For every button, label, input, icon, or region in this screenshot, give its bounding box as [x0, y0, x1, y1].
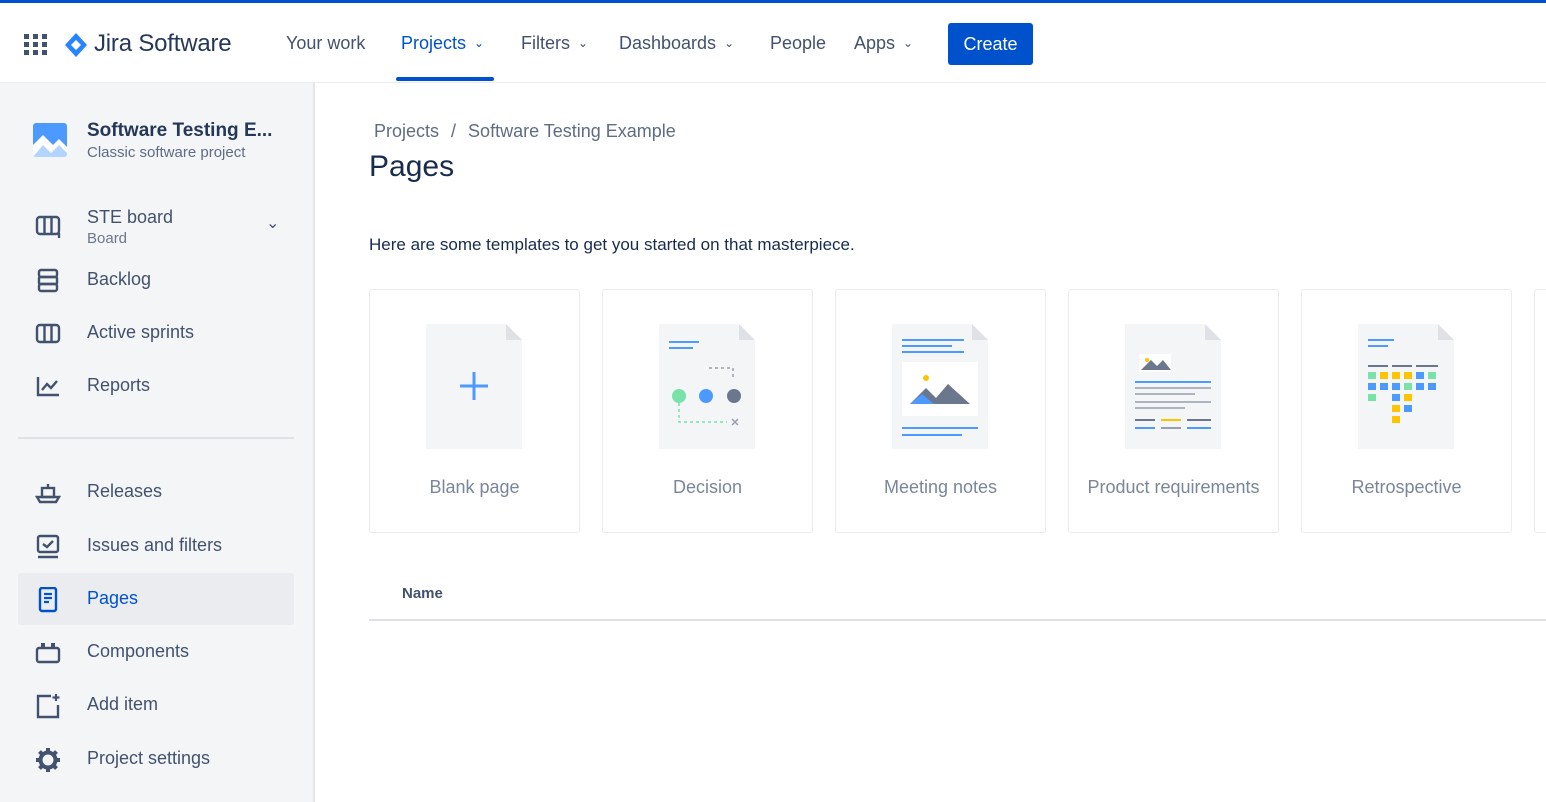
- meeting-notes-thumbnail: [892, 324, 988, 449]
- sidebar-item-pages[interactable]: Pages: [18, 573, 294, 625]
- nav-your-work[interactable]: Your work: [286, 33, 365, 54]
- sidebar-item-label: STE board: [87, 207, 174, 227]
- jira-logo-icon[interactable]: [64, 32, 88, 58]
- nav-filters[interactable]: Filters ⌄: [521, 33, 588, 54]
- sidebar-item-issues[interactable]: Issues and filters: [18, 520, 294, 572]
- nav-apps[interactable]: Apps ⌄: [854, 33, 913, 54]
- active-nav-indicator: [396, 77, 494, 81]
- sidebar-item-add-item[interactable]: Add item: [18, 679, 294, 731]
- sidebar-item-sublabel: Board: [87, 230, 128, 247]
- nav-people[interactable]: People: [770, 33, 826, 54]
- reports-icon: [36, 377, 59, 397]
- sidebar-item-label: Releases: [87, 481, 163, 501]
- template-label: Blank page: [429, 477, 520, 497]
- sidebar-item-label: Backlog: [87, 269, 152, 289]
- board-icon: [35, 215, 61, 238]
- sidebar-item-label: Add item: [87, 694, 159, 714]
- product-requirements-thumbnail: [1125, 324, 1221, 449]
- template-card-decision[interactable]: Decision: [602, 289, 813, 533]
- active-sprints-icon: [35, 323, 61, 344]
- sidebar-item-active-sprints[interactable]: Active sprints: [18, 307, 294, 359]
- breadcrumb-separator: /: [451, 121, 457, 141]
- page-title: Pages: [369, 150, 455, 183]
- sidebar-item-project-settings[interactable]: Project settings: [18, 733, 294, 785]
- chevron-down-icon: ⌄: [474, 36, 485, 50]
- template-label: Product requirements: [1087, 477, 1260, 497]
- sidebar-item-components[interactable]: Components: [18, 626, 294, 678]
- table-header-divider: [369, 619, 1546, 621]
- nav-dashboards[interactable]: Dashboards ⌄: [619, 33, 734, 54]
- breadcrumb-projects[interactable]: Projects: [374, 121, 439, 141]
- template-card-partial[interactable]: [1534, 289, 1546, 533]
- sidebar-item-reports[interactable]: Reports: [18, 360, 294, 412]
- breadcrumb-project[interactable]: Software Testing Example: [468, 121, 676, 141]
- issues-icon: [36, 534, 60, 559]
- add-item-icon: [36, 694, 60, 719]
- gear-icon: [36, 748, 60, 772]
- top-navigation: Jira Software Your work Projects ⌄ Filter…: [0, 3, 1546, 83]
- breadcrumb: Projects / Software Testing Example: [374, 121, 676, 142]
- brand-name[interactable]: Jira Software: [94, 30, 232, 58]
- decision-thumbnail: [659, 324, 755, 449]
- app-switcher-icon[interactable]: [24, 34, 48, 56]
- sidebar-item-label: Active sprints: [87, 322, 195, 342]
- blank-page-thumbnail: [426, 324, 522, 449]
- sidebar-divider: [18, 437, 294, 439]
- template-card-retrospective[interactable]: Retrospective: [1301, 289, 1512, 533]
- chevron-down-icon: ⌄: [578, 36, 589, 50]
- project-type: Classic software project: [87, 144, 246, 161]
- nav-projects[interactable]: Projects ⌄: [401, 33, 484, 54]
- sidebar-item-label: Pages: [87, 588, 139, 608]
- template-label: Meeting notes: [883, 477, 998, 497]
- template-label: Decision: [672, 477, 743, 497]
- backlog-icon: [37, 268, 59, 293]
- template-card-product-requirements[interactable]: Product requirements: [1068, 289, 1279, 533]
- template-card-meeting-notes[interactable]: Meeting notes: [835, 289, 1046, 533]
- sidebar-item-backlog[interactable]: Backlog: [18, 254, 294, 306]
- retrospective-thumbnail: [1358, 324, 1454, 449]
- pages-icon: [38, 587, 58, 613]
- sidebar-item-label: Project settings: [87, 748, 211, 768]
- chevron-down-icon: ⌄: [903, 36, 914, 50]
- template-card-blank-page[interactable]: Blank page: [369, 289, 580, 533]
- sidebar-item-label: Reports: [87, 375, 151, 395]
- sidebar-item-releases[interactable]: Releases: [18, 466, 294, 518]
- project-avatar[interactable]: [33, 123, 67, 157]
- templates-intro: Here are some templates to get you start…: [369, 235, 855, 254]
- sidebar-item-label: Issues and filters: [87, 535, 223, 555]
- sidebar-item-label: Components: [87, 641, 190, 661]
- chevron-down-icon[interactable]: ⌄: [266, 213, 279, 233]
- components-icon: [35, 643, 61, 664]
- project-sidebar: Software Testing E... Classic software p…: [0, 83, 315, 802]
- chevron-down-icon: ⌄: [724, 36, 735, 50]
- create-button[interactable]: Create: [948, 23, 1033, 65]
- table-header-name[interactable]: Name: [402, 585, 443, 602]
- releases-icon: [34, 484, 62, 504]
- template-label: Retrospective: [1351, 477, 1462, 497]
- project-name[interactable]: Software Testing E...: [87, 120, 272, 142]
